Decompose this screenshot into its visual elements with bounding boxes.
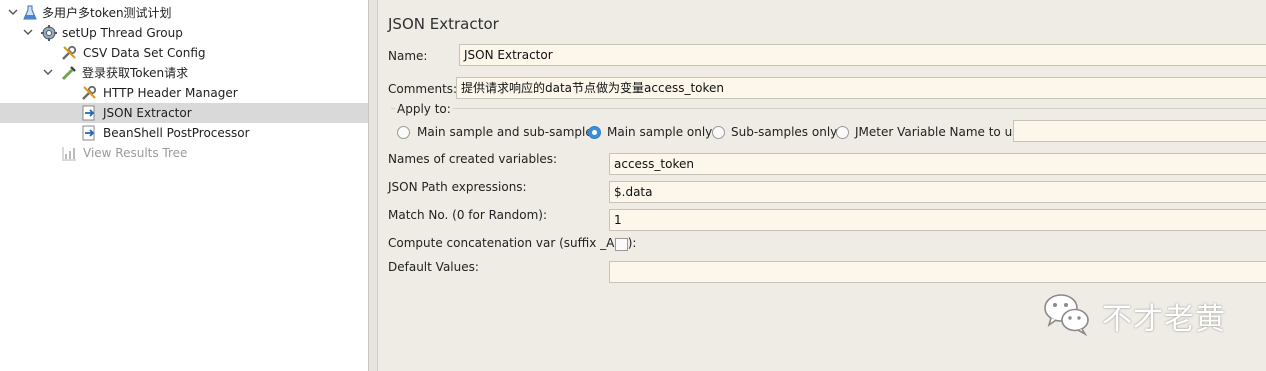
tree-item-label: 多用户多token测试计划: [42, 6, 172, 20]
tree-item-setup-thread-group[interactable]: setUp Thread Group: [0, 23, 368, 43]
wrench-icon: [61, 45, 77, 61]
radio-label: JMeter Variable Name to use: [855, 125, 1026, 139]
tree-item-label: 登录获取Token请求: [82, 66, 189, 80]
tree-item-http-header-manager[interactable]: HTTP Header Manager: [0, 83, 368, 103]
test-plan-tree: 多用户多token测试计划 setUp Thread Group CSV Dat…: [0, 0, 369, 371]
default-values-field[interactable]: [609, 261, 1266, 283]
flask-icon: [22, 5, 38, 21]
comments-label: Comments:: [388, 82, 458, 96]
wechat-icon: [1042, 290, 1092, 337]
variable-names-field[interactable]: access_token: [609, 153, 1266, 175]
default-values-label: Default Values:: [388, 260, 479, 274]
radio-label: Main sample only: [607, 125, 713, 139]
post-processor-icon: [81, 125, 97, 141]
concat-label: Compute concatenation var (suffix _ALL):: [388, 236, 637, 250]
match-no-field[interactable]: 1: [609, 209, 1266, 231]
tree-item-label: HTTP Header Manager: [103, 86, 238, 100]
tree-item-label: CSV Data Set Config: [83, 46, 206, 60]
tree-item-label: View Results Tree: [83, 146, 188, 160]
tree-item-label: BeanShell PostProcessor: [103, 126, 250, 140]
tree-item-json-extractor[interactable]: JSON Extractor: [0, 103, 368, 123]
jmeter-variable-name-field[interactable]: [1013, 120, 1266, 142]
tree-item-beanshell-postprocessor[interactable]: BeanShell PostProcessor: [0, 123, 368, 143]
post-processor-icon: [81, 105, 97, 121]
watermark-text: 不才老黄: [1102, 302, 1226, 337]
match-label: Match No. (0 for Random):: [388, 208, 548, 222]
chevron-down-icon[interactable]: [7, 3, 19, 23]
comments-field[interactable]: 提供请求响应的data节点做为变量access_token: [456, 77, 1266, 99]
chevron-down-icon[interactable]: [22, 23, 34, 43]
paths-label: JSON Path expressions:: [388, 180, 527, 194]
chart-icon: [61, 145, 77, 161]
radio-label: Main sample and sub-samples: [417, 125, 599, 139]
tree-item-login-token-request[interactable]: 登录获取Token请求: [0, 63, 368, 83]
name-field[interactable]: JSON Extractor: [459, 44, 1266, 66]
concat-checkbox[interactable]: [615, 238, 628, 251]
apply-to-legend: Apply to:: [395, 102, 453, 116]
tree-item-label: setUp Thread Group: [62, 26, 183, 40]
tree-item-label: JSON Extractor: [103, 106, 192, 120]
radio-jmeter-variable[interactable]: [836, 126, 849, 139]
radio-main-and-sub-samples[interactable]: [397, 126, 410, 139]
split-pane-divider[interactable]: [369, 0, 378, 371]
tree-item-csv-data-set-config[interactable]: CSV Data Set Config: [0, 43, 368, 63]
tree-item-test-plan[interactable]: 多用户多token测试计划: [0, 3, 368, 23]
tree-item-view-results-tree[interactable]: View Results Tree: [0, 143, 368, 163]
pipette-icon: [61, 65, 77, 81]
radio-sub-samples-only[interactable]: [712, 126, 725, 139]
wrench-icon: [81, 85, 97, 101]
radio-main-sample-only[interactable]: [588, 126, 601, 139]
name-label: Name:: [388, 49, 428, 63]
chevron-down-icon[interactable]: [42, 63, 54, 83]
json-path-expressions-field[interactable]: $.data: [609, 181, 1266, 203]
names-label: Names of created variables:: [388, 152, 558, 166]
radio-label: Sub-samples only: [731, 125, 838, 139]
gear-icon: [41, 25, 57, 41]
panel-title: JSON Extractor: [388, 15, 499, 33]
